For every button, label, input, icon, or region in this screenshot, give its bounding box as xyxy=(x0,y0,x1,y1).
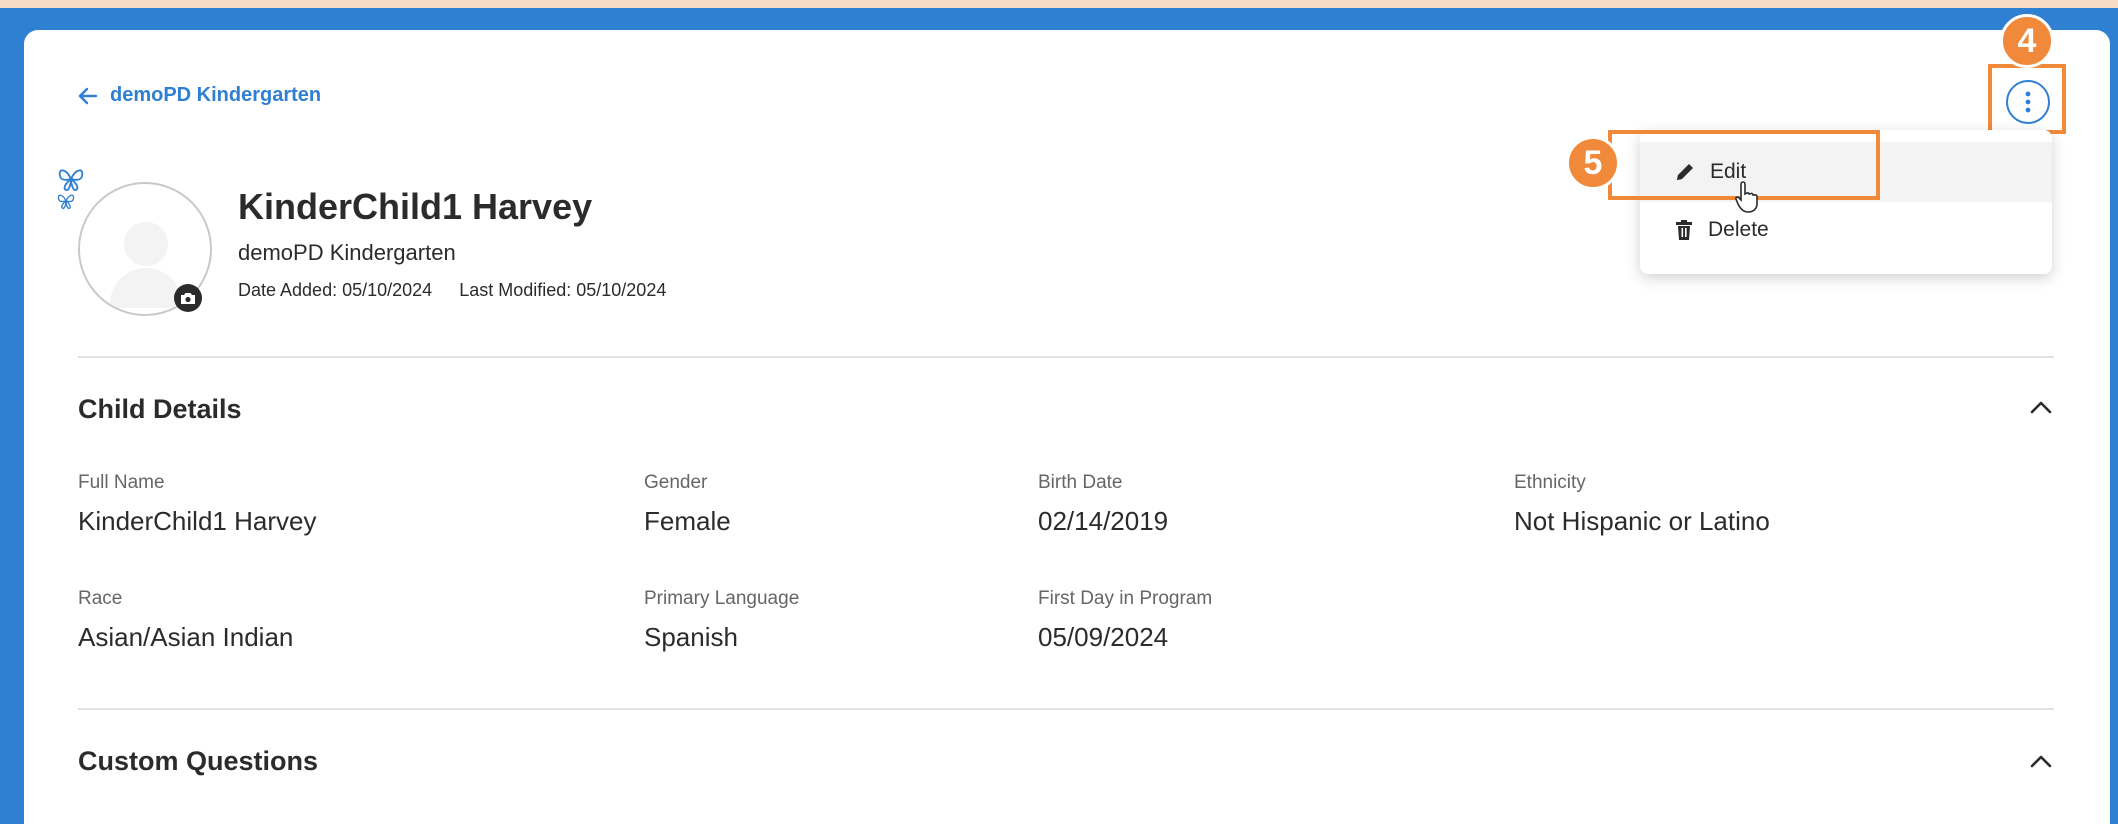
butterfly-icon xyxy=(58,169,84,191)
field-value-birth-date: 02/14/2019 xyxy=(1038,506,1169,536)
child-name: KinderChild1 Harvey xyxy=(238,186,593,227)
custom-questions-title: Custom Questions xyxy=(78,746,319,776)
annotation-highlight-box xyxy=(1988,64,2066,134)
back-link-label: demoPD Kindergarten xyxy=(110,84,322,106)
menu-item-delete-label: Delete xyxy=(1708,218,1769,241)
field-value-primary-language: Spanish xyxy=(644,622,738,652)
menu-item-delete[interactable]: Delete xyxy=(1640,200,2052,260)
field-label-primary-language: Primary Language xyxy=(644,588,800,609)
field-value-full-name: KinderChild1 Harvey xyxy=(78,506,317,536)
field-label-full-name: Full Name xyxy=(78,472,165,493)
avatar-placeholder-body xyxy=(110,268,182,308)
field-value-first-day: 05/09/2024 xyxy=(1038,622,1169,652)
avatar-placeholder-head xyxy=(124,222,168,266)
field-value-ethnicity: Not Hispanic or Latino xyxy=(1514,506,1770,536)
field-label-race: Race xyxy=(78,588,123,609)
chevron-up-icon[interactable] xyxy=(2030,754,2052,768)
step-badge-4: 4 xyxy=(2000,14,2054,68)
side-icons xyxy=(56,166,86,210)
field-label-birth-date: Birth Date xyxy=(1038,472,1123,493)
field-value-gender: Female xyxy=(644,506,731,536)
child-details-title: Child Details xyxy=(78,394,242,424)
program-name: demoPD Kindergarten xyxy=(238,240,456,265)
field-label-gender: Gender xyxy=(644,472,708,493)
date-added: Date Added: 05/10/2024 xyxy=(238,280,433,300)
butterfly-small-icon xyxy=(57,194,75,210)
field-label-first-day: First Day in Program xyxy=(1038,588,1213,609)
camera-icon[interactable] xyxy=(174,284,202,312)
divider xyxy=(78,708,2054,710)
back-link[interactable]: demoPD Kindergarten xyxy=(78,84,321,107)
arrow-left-icon xyxy=(78,87,98,104)
trash-icon xyxy=(1676,220,1692,240)
chevron-up-icon[interactable] xyxy=(2030,400,2052,414)
step-badge-5: 5 xyxy=(1566,136,1620,190)
profile-dates: Date Added: 05/10/2024 Last Modified: 05… xyxy=(238,280,688,301)
field-label-ethnicity: Ethnicity xyxy=(1514,472,1586,493)
divider xyxy=(78,356,2054,358)
last-modified: Last Modified: 05/10/2024 xyxy=(459,280,667,300)
hand-cursor-icon xyxy=(1735,181,1758,213)
field-value-race: Asian/Asian Indian xyxy=(78,622,294,652)
